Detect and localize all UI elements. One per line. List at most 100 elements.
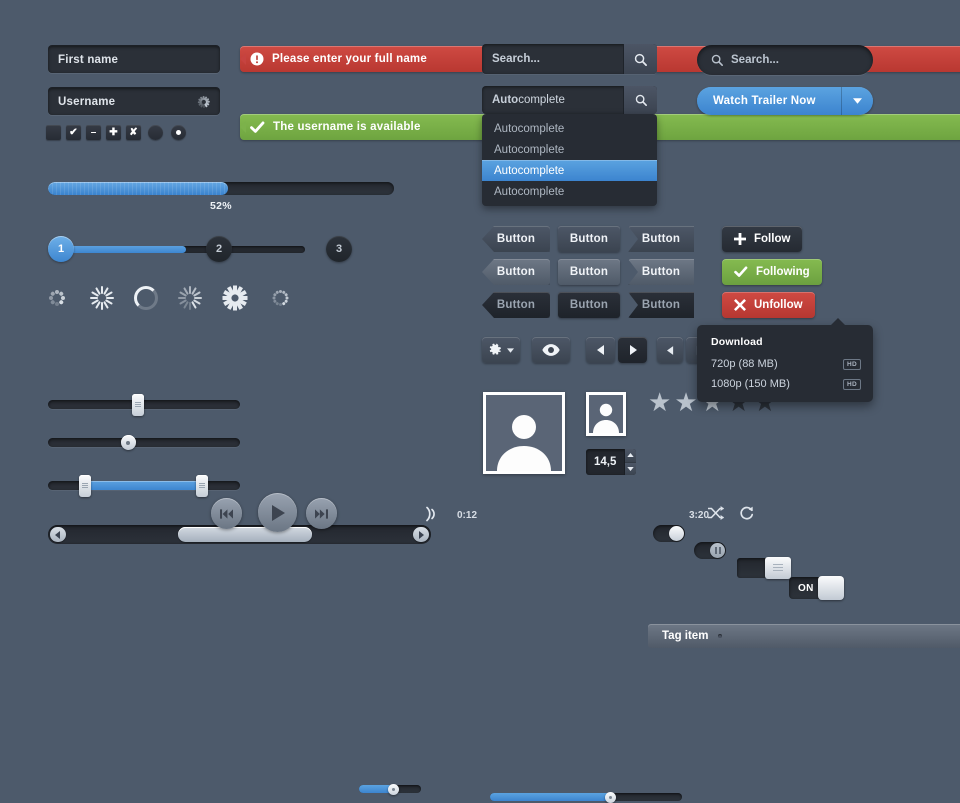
- download-option-1080p[interactable]: 1080p (150 MB) HD: [697, 374, 873, 394]
- avatar-large: [483, 392, 565, 474]
- autocomplete-item[interactable]: Autocomplete: [482, 160, 657, 181]
- slider-round-handle[interactable]: [48, 435, 240, 450]
- prev-button[interactable]: [586, 337, 615, 363]
- watch-trailer-button[interactable]: Watch Trailer Now: [697, 87, 873, 115]
- toggle-on-label[interactable]: ON: [789, 576, 844, 600]
- stepper-up-button[interactable]: [625, 449, 636, 463]
- exclamation-circle-icon: [250, 52, 264, 66]
- radio-empty[interactable]: [148, 125, 163, 140]
- player-time-total: 3:20: [689, 510, 710, 521]
- toggle-square[interactable]: [737, 557, 791, 579]
- button-row: Button Button Button: [482, 259, 694, 285]
- player-next-button[interactable]: [306, 498, 337, 529]
- button[interactable]: Button: [628, 226, 694, 252]
- repeat-icon: [740, 506, 754, 520]
- button[interactable]: Button: [558, 292, 620, 318]
- autocomplete-item[interactable]: Autocomplete: [482, 181, 657, 202]
- toggle-knob: [710, 543, 725, 558]
- unfollow-button[interactable]: Unfollow: [722, 292, 815, 318]
- spinner-rays-thick: [177, 285, 203, 311]
- stepper-down-button[interactable]: [625, 462, 636, 475]
- gear-dropdown-button[interactable]: [482, 337, 520, 363]
- scroll-right-button[interactable]: [413, 527, 429, 542]
- autocomplete-value-bold: Auto: [492, 94, 519, 106]
- radio-row: [148, 125, 186, 140]
- button[interactable]: Button: [558, 226, 620, 252]
- search-icon: [711, 54, 723, 66]
- plus-icon: [734, 233, 746, 245]
- chevron-down-icon: [507, 347, 514, 353]
- autocomplete-input[interactable]: Auto complete: [482, 86, 657, 114]
- watch-trailer-dropdown[interactable]: [841, 87, 873, 115]
- search-placeholder: Search...: [492, 53, 540, 65]
- autocomplete-item[interactable]: Autocomplete: [482, 139, 657, 160]
- following-button[interactable]: Following: [722, 259, 822, 285]
- button[interactable]: Button: [482, 226, 550, 252]
- search-input-pill[interactable]: Search...: [697, 45, 873, 75]
- checkbox-empty[interactable]: [46, 125, 61, 140]
- step-3[interactable]: 3: [326, 236, 352, 262]
- number-stepper[interactable]: 14,5: [586, 449, 636, 475]
- scrollbar-thumb[interactable]: [178, 527, 313, 542]
- autocomplete-item[interactable]: Autocomplete: [482, 118, 657, 139]
- prev-button-light[interactable]: [657, 337, 683, 363]
- search-button[interactable]: [623, 44, 657, 74]
- slider-handle[interactable]: [120, 435, 136, 450]
- star-filled[interactable]: ★: [674, 389, 697, 415]
- button[interactable]: Button: [628, 292, 694, 318]
- repeat-button[interactable]: [739, 506, 754, 521]
- radio-selected[interactable]: [171, 125, 186, 140]
- button-grid: Button Button Button Button Button Button Butt…: [482, 226, 694, 325]
- follow-button[interactable]: Follow: [722, 226, 803, 252]
- slider-rect-handle[interactable]: [48, 393, 240, 416]
- success-alert-text: The username is available: [273, 121, 421, 133]
- step-1[interactable]: 1: [48, 236, 74, 262]
- download-option-label: 720p (88 MB): [711, 358, 778, 370]
- toggle-pause[interactable]: [694, 542, 726, 559]
- checkbox-checked[interactable]: ✔: [66, 125, 81, 140]
- slider-range[interactable]: [48, 474, 240, 497]
- button[interactable]: Button: [628, 259, 694, 285]
- shuffle-button[interactable]: [708, 506, 724, 520]
- spinner-rays: [89, 285, 115, 311]
- slider-handle-from[interactable]: [78, 474, 91, 497]
- button[interactable]: Button: [558, 259, 620, 285]
- player-progress-handle[interactable]: [605, 791, 617, 803]
- slider-handle[interactable]: [132, 393, 145, 416]
- checkbox-plus[interactable]: ✚: [106, 125, 121, 140]
- search-input-dark[interactable]: Search...: [482, 44, 657, 74]
- checkbox-minus[interactable]: –: [86, 125, 101, 140]
- button[interactable]: Button: [482, 292, 550, 318]
- toggle-round[interactable]: [653, 525, 685, 542]
- step-2[interactable]: 2: [206, 236, 232, 262]
- first-name-input[interactable]: First name: [48, 45, 220, 73]
- spinner-dots-outline: [267, 285, 293, 311]
- scroll-left-button[interactable]: [50, 527, 66, 542]
- autocomplete-search-button[interactable]: [623, 86, 657, 114]
- button-row: Button Button Button: [482, 226, 694, 252]
- progress-label: 52%: [210, 200, 232, 212]
- search-icon: [635, 94, 647, 106]
- volume-handle[interactable]: [387, 783, 399, 795]
- checkbox-cross[interactable]: ✘: [126, 125, 141, 140]
- watch-trailer-label[interactable]: Watch Trailer Now: [697, 87, 841, 115]
- progress-track[interactable]: [48, 182, 394, 195]
- sound-waves-icon: [424, 505, 438, 523]
- preview-button[interactable]: [532, 337, 570, 363]
- tag-item[interactable]: Tag item: [648, 624, 960, 648]
- volume-slider[interactable]: [359, 783, 421, 795]
- player-play-button[interactable]: [258, 493, 297, 532]
- autocomplete-value: Auto complete: [482, 86, 623, 114]
- button[interactable]: Button: [482, 259, 550, 285]
- player-prev-button[interactable]: [211, 498, 242, 529]
- search-icon: [634, 53, 647, 66]
- star-filled[interactable]: ★: [648, 389, 671, 415]
- player-progress-slider[interactable]: [490, 791, 682, 803]
- username-input[interactable]: Username: [48, 87, 220, 115]
- slider-handle-to[interactable]: [195, 474, 208, 497]
- triangle-down-icon: [627, 466, 634, 471]
- download-option-720p[interactable]: 720p (88 MB) HD: [697, 354, 873, 374]
- triangle-right-icon: [629, 345, 637, 355]
- next-button[interactable]: [618, 337, 647, 363]
- horizontal-scrollbar[interactable]: [48, 525, 431, 544]
